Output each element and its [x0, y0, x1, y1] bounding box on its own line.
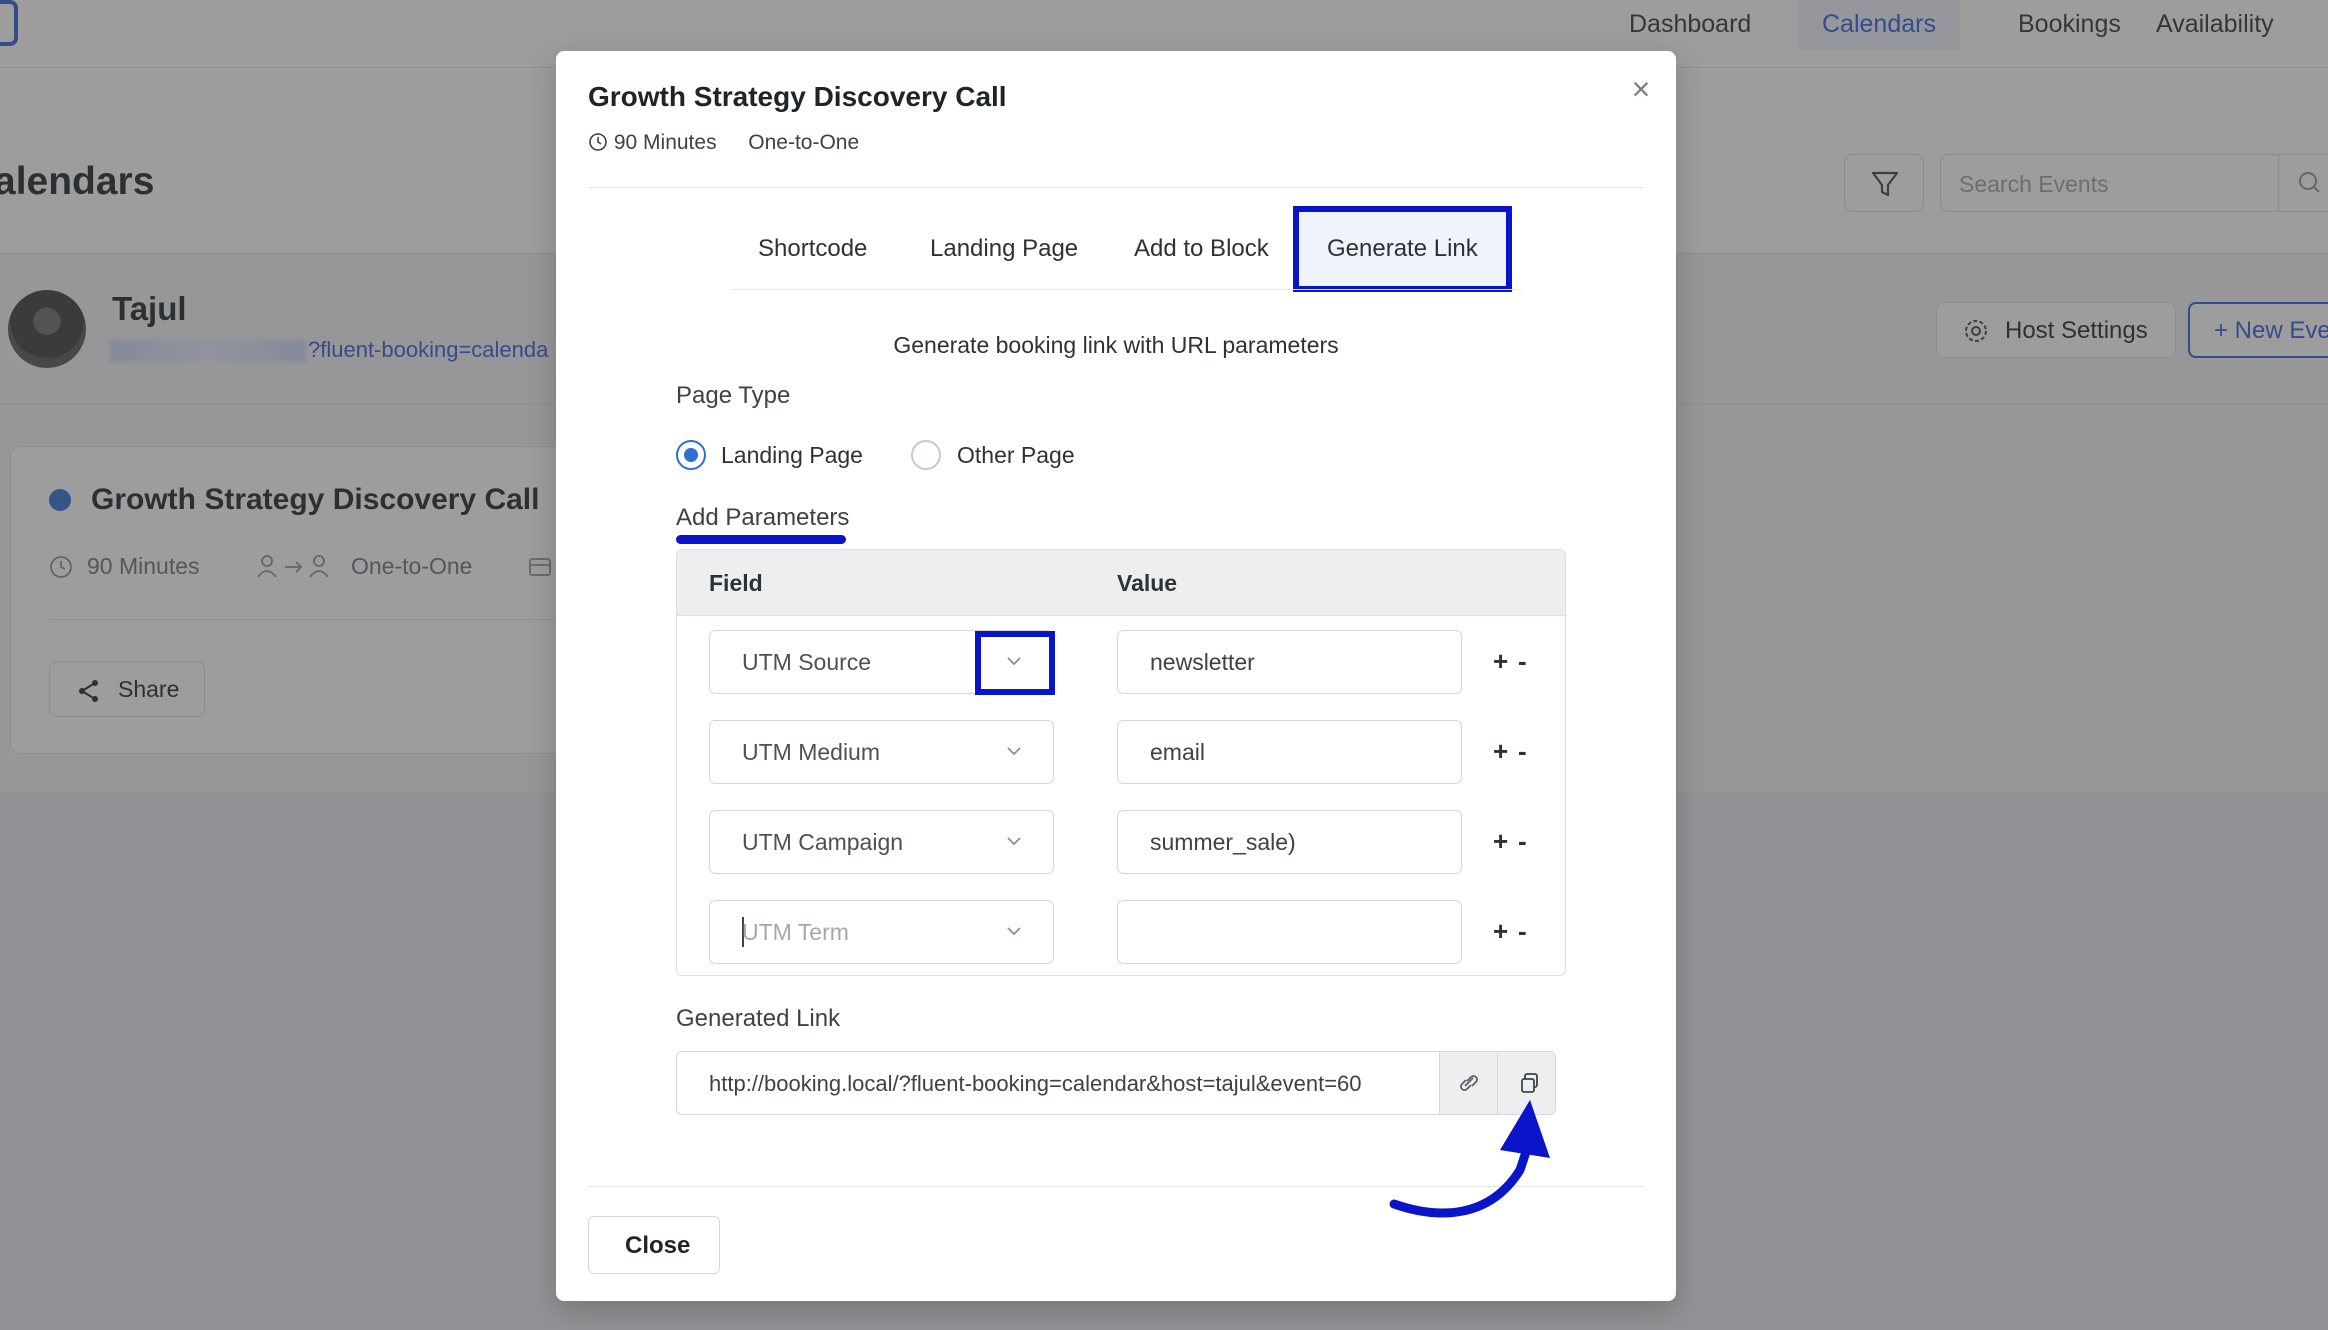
tab-shortcode[interactable]: Shortcode — [758, 206, 867, 292]
value-text: summer_sale) — [1150, 829, 1296, 855]
field-select-value: UTM Medium — [742, 739, 881, 765]
field-select[interactable]: UTM Medium — [709, 720, 1054, 784]
field-select[interactable]: UTM Campaign — [709, 810, 1054, 874]
modal-title: Growth Strategy Discovery Call — [588, 81, 1007, 112]
generated-link-label: Generated Link — [676, 1005, 841, 1032]
field-select[interactable]: UTM Term — [709, 900, 1054, 964]
chevron-down-icon[interactable] — [1000, 917, 1028, 945]
field-header: Field — [709, 570, 763, 596]
table-row: UTM Campaign summer_sale) + - — [677, 810, 1565, 874]
annotation-underline — [676, 535, 846, 544]
radio-landing-page-label[interactable]: Landing Page — [721, 442, 863, 469]
remove-row-button[interactable]: - — [1518, 916, 1527, 947]
modal-meta: 90 Minutes One-to-One — [588, 131, 859, 155]
value-input[interactable] — [1117, 900, 1462, 964]
add-row-button[interactable]: + — [1493, 826, 1508, 857]
clock-icon — [589, 133, 607, 151]
table-row: UTM Term + - — [677, 900, 1565, 964]
value-input[interactable]: summer_sale) — [1117, 810, 1462, 874]
field-select-placeholder: UTM Term — [742, 919, 849, 945]
field-select[interactable]: UTM Source — [709, 630, 1055, 695]
remove-row-button[interactable]: - — [1518, 736, 1527, 767]
table-header: Field Value — [677, 550, 1565, 616]
table-row: UTM Medium email + - — [677, 720, 1565, 784]
modal-duration: 90 Minutes — [613, 131, 717, 154]
close-button[interactable]: Close — [588, 1216, 720, 1274]
generated-link-text[interactable]: http://booking.local/?fluent-booking=cal… — [709, 1071, 1409, 1097]
tabs-underline — [731, 289, 1521, 290]
radio-landing-page[interactable] — [676, 440, 706, 470]
value-input[interactable]: email — [1117, 720, 1462, 784]
page-type-label: Page Type — [676, 382, 791, 409]
tab-landing-page[interactable]: Landing Page — [930, 206, 1078, 292]
table-row: UTM Source newsletter + - — [677, 630, 1565, 695]
value-text: email — [1150, 739, 1205, 765]
remove-row-button[interactable]: - — [1518, 826, 1527, 857]
close-icon[interactable]: × — [1621, 69, 1661, 109]
value-header: Value — [1117, 570, 1178, 596]
field-select-value: UTM Campaign — [742, 829, 904, 855]
add-row-button[interactable]: + — [1493, 916, 1508, 947]
field-select-value: UTM Source — [742, 649, 872, 675]
annotation-highlight-box — [975, 631, 1055, 695]
value-text: newsletter — [1150, 649, 1255, 675]
add-row-button[interactable]: + — [1493, 646, 1508, 677]
modal-type: One-to-One — [748, 131, 860, 154]
add-parameters-label: Add Parameters — [676, 504, 850, 531]
parameters-table: Field Value UTM Source newsletter + - UT… — [676, 549, 1566, 976]
radio-other-page-label[interactable]: Other Page — [957, 442, 1075, 469]
generate-description: Generate booking link with URL parameter… — [893, 332, 1339, 358]
tab-generate-link[interactable]: Generate Link — [1293, 206, 1512, 292]
close-button-label: Close — [625, 1232, 691, 1259]
tab-add-to-block[interactable]: Add to Block — [1134, 206, 1269, 292]
chevron-down-icon[interactable] — [1000, 827, 1028, 855]
divider — [588, 187, 1644, 188]
radio-other-page[interactable] — [911, 440, 941, 470]
remove-row-button[interactable]: - — [1518, 646, 1527, 677]
value-input[interactable]: newsletter — [1117, 630, 1462, 694]
chevron-down-icon[interactable] — [1000, 737, 1028, 765]
add-row-button[interactable]: + — [1493, 736, 1508, 767]
annotation-curved-arrow-icon — [1389, 1100, 1550, 1218]
